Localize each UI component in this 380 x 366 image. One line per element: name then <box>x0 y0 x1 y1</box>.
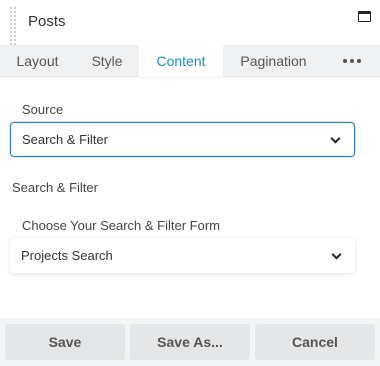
minimize-icon[interactable] <box>358 11 371 22</box>
form-select[interactable]: Projects Search <box>10 238 355 273</box>
tab-style[interactable]: Style <box>75 45 139 77</box>
form-label: Choose Your Search & Filter Form <box>22 218 220 233</box>
chevron-down-icon <box>331 249 342 260</box>
panel-title: Posts <box>28 13 66 30</box>
section-heading: Search & Filter <box>12 180 98 195</box>
source-label: Source <box>22 102 64 117</box>
drag-handle-icon[interactable] <box>10 7 16 45</box>
tab-layout[interactable]: Layout <box>0 45 75 77</box>
save-as-button[interactable]: Save As... <box>130 324 250 360</box>
panel-header[interactable]: Posts <box>0 0 380 45</box>
form-select-value: Projects Search <box>21 248 113 263</box>
save-button[interactable]: Save <box>5 324 125 360</box>
source-select-value: Search & Filter <box>22 132 108 147</box>
settings-panel: Posts Layout Style Content Pagination So… <box>0 0 380 366</box>
chevron-down-icon <box>330 133 341 144</box>
content-section: Source Search & Filter Search & Filter C… <box>0 78 380 318</box>
tab-bar: Layout Style Content Pagination <box>0 45 380 77</box>
tab-content[interactable]: Content <box>139 45 223 77</box>
more-tabs-button[interactable] <box>324 45 380 77</box>
source-select[interactable]: Search & Filter <box>10 122 355 157</box>
panel-footer: Save Save As... Cancel <box>0 318 380 366</box>
cancel-button[interactable]: Cancel <box>255 324 375 360</box>
more-icon <box>343 59 361 63</box>
tab-pagination[interactable]: Pagination <box>223 45 324 77</box>
